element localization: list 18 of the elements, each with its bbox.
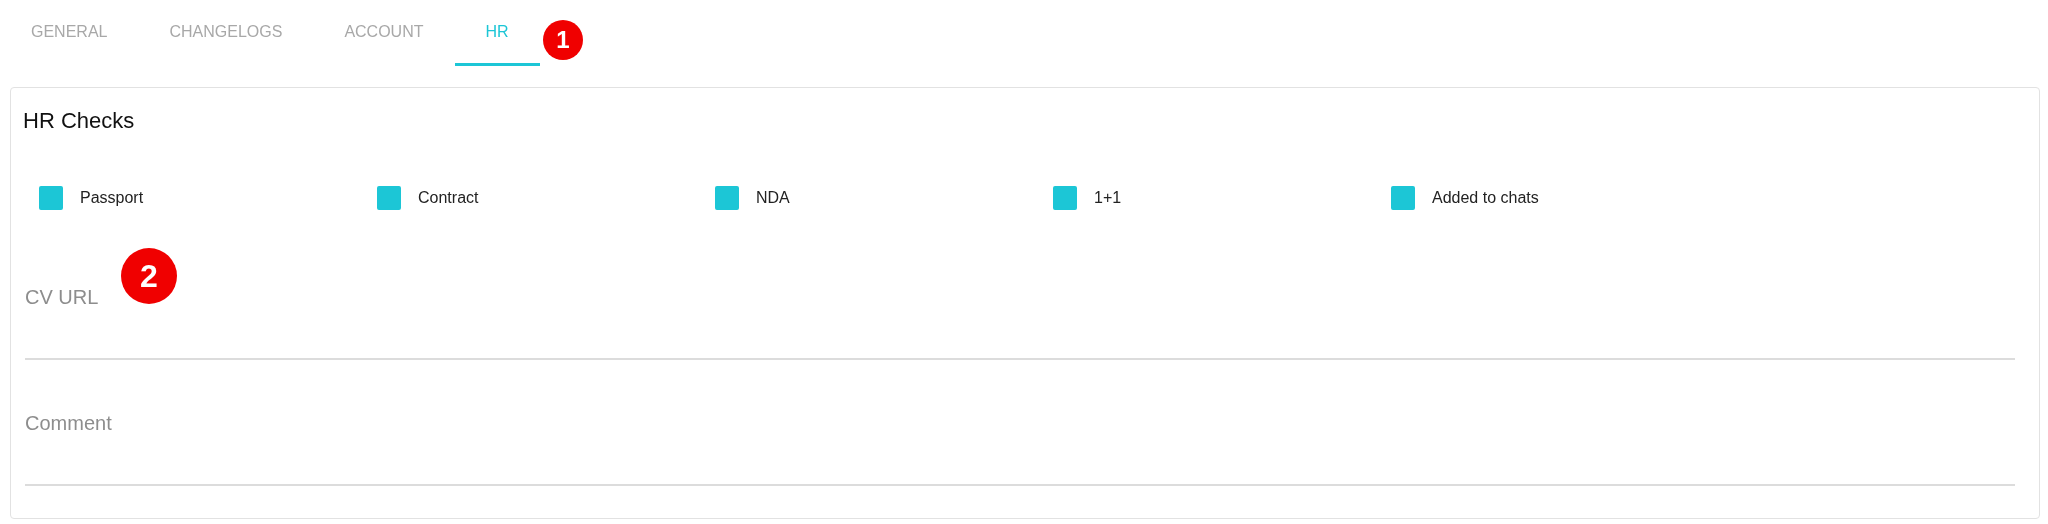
checkbox-label: Passport xyxy=(80,189,144,207)
input-field[interactable]: Comment xyxy=(25,408,2015,486)
checkbox[interactable] xyxy=(377,186,401,210)
checkbox[interactable] xyxy=(1391,186,1415,210)
checkbox-label: NDA xyxy=(756,189,790,207)
checkbox[interactable] xyxy=(1053,186,1077,210)
tab[interactable]: HR xyxy=(454,0,540,66)
tab[interactable]: GENERAL xyxy=(0,0,139,66)
tab[interactable]: CHANGELOGS xyxy=(138,0,314,66)
tab[interactable]: ACCOUNT xyxy=(313,0,455,66)
card-title: HR Checks xyxy=(23,108,136,134)
checkbox-label: Added to chats xyxy=(1432,189,1539,207)
number-marker: 2 xyxy=(121,248,177,304)
number-marker: 1 xyxy=(543,20,583,60)
checkbox[interactable] xyxy=(39,186,63,210)
checkbox-label: 1+1 xyxy=(1094,189,1122,207)
checkbox-label: Contract xyxy=(418,189,479,207)
checkbox[interactable] xyxy=(715,186,739,210)
